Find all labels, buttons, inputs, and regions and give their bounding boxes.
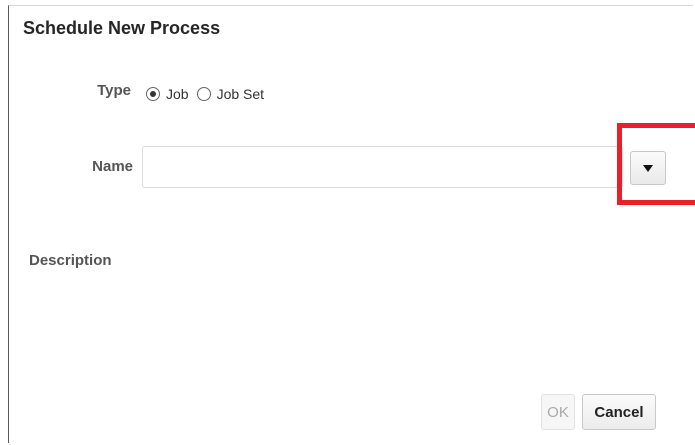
name-label: Name — [92, 158, 133, 175]
type-radio-group: Job Job Set — [146, 86, 272, 102]
dialog-title: Schedule New Process — [23, 18, 221, 38]
ok-button[interactable]: OK — [541, 394, 575, 430]
type-label: Type — [97, 82, 131, 99]
radio-job[interactable] — [146, 87, 160, 101]
schedule-process-dialog: Schedule New Process Type Job Job Set Na… — [8, 5, 695, 443]
highlight-annotation-box — [617, 123, 695, 205]
radio-job-set-label[interactable]: Job Set — [217, 86, 264, 102]
radio-job-label[interactable]: Job — [166, 86, 189, 102]
radio-job-set[interactable] — [196, 87, 211, 101]
radio-selected-dot — [150, 91, 156, 97]
description-label: Description — [29, 252, 112, 269]
name-input[interactable] — [142, 146, 623, 188]
cancel-button[interactable]: Cancel — [582, 394, 656, 430]
